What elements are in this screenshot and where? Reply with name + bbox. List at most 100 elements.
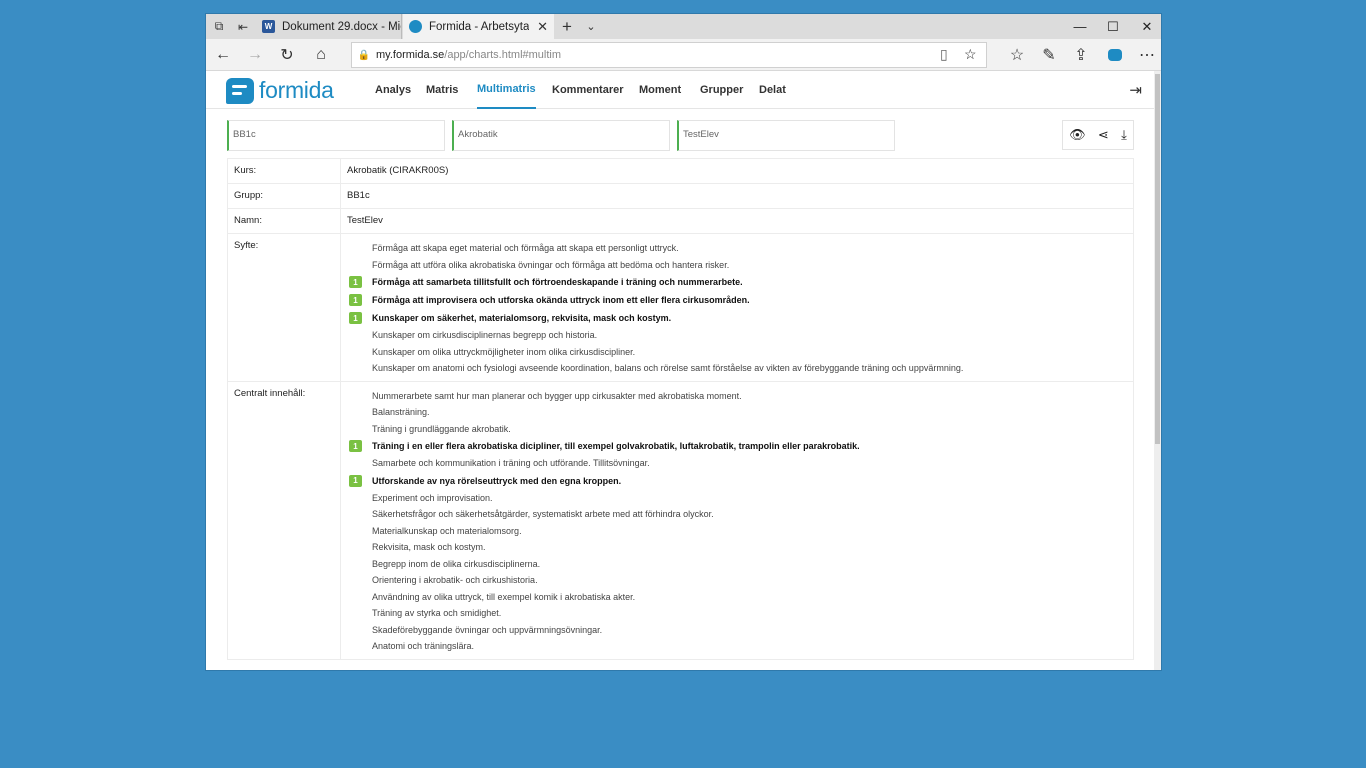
criterion-item: Materialkunskap och materialomsorg. [349,523,860,540]
tab-title: Dokument 29.docx - Micros [282,20,401,33]
criterion-text: Förmåga att utföra olika akrobatiska övn… [372,259,730,270]
criterion-text: Balansträning. [372,407,430,418]
criterion-item: Experiment och improvisation. [349,490,860,507]
grupp-value: BB1c [347,190,370,201]
main-content: BB1c Akrobatik TestElev 👁 ⋖ ⤓ Kurs: Akro… [206,109,1154,670]
criterion-text: Träning i grundläggande akrobatik. [372,423,511,434]
chevron-down-icon[interactable]: ⌄ [578,14,604,39]
lock-icon: 🔒 [357,49,371,61]
criterion-item: Förmåga att skapa eget material och förm… [349,240,963,257]
maximize-icon[interactable]: ☐ [1096,14,1130,39]
syfte-label: Syfte: [228,234,341,381]
tab-word-document[interactable]: W Dokument 29.docx - Micros [256,14,402,39]
share-icon[interactable]: ⋖ [1098,127,1109,143]
nav-multimatris[interactable]: Multimatris [477,71,536,109]
course-selector[interactable]: Akrobatik [452,120,670,151]
namn-label: Namn: [228,209,341,233]
close-tab-icon[interactable]: ✕ [537,19,548,35]
back-arrow-icon[interactable]: ← [208,42,238,68]
grade-badge: 1 [349,276,362,288]
tab-formida[interactable]: Formida - Arbetsyta ✕ [403,14,554,39]
logo-icon [226,77,254,104]
word-icon: W [262,20,275,33]
pen-notes-icon[interactable]: ✎ [1034,42,1064,68]
scrollbar-thumb[interactable] [1155,74,1160,444]
home-icon[interactable]: ⌂ [306,42,336,68]
url-path: /app/charts.html#multim [444,49,562,61]
eye-icon[interactable]: 👁 [1069,127,1086,143]
criterion-item: Balansträning. [349,404,860,421]
criterion-text: Kunskaper om cirkusdisciplinernas begrep… [372,330,598,341]
formida-icon [409,20,422,33]
criterion-item: Användning av olika uttryck, till exempe… [349,589,860,606]
criterion-text: Kunskaper om säkerhet, materialomsorg, r… [372,313,672,323]
nav-moment[interactable]: Moment [639,71,681,109]
tab-actions-icon[interactable]: ⧉ [206,14,232,39]
action-buttons: 👁 ⋖ ⤓ [1062,120,1134,150]
logout-icon[interactable]: ⇥ [1129,81,1142,99]
nav-analys[interactable]: Analys [375,71,411,109]
criterion-item: Träning i grundläggande akrobatik. [349,421,860,438]
criterion-text: Experiment och improvisation. [372,492,493,503]
favorite-star-icon[interactable]: ☆ [964,46,977,63]
criterion-item: Kunskaper om anatomi och fysiologi avsee… [349,360,963,377]
browser-toolbar: ← → ↻ ⌂ 🔒 my.formida.se /app/charts.html… [206,39,1161,71]
kurs-row: Kurs: Akrobatik (CIRAKR00S) [228,159,1133,184]
criterion-text: Skadeförebyggande övningar och uppvärmni… [372,624,603,635]
favorites-hub-icon[interactable]: ☆ [1002,42,1032,68]
criterion-text: Förmåga att skapa eget material och förm… [372,243,679,254]
grade-badge: 1 [349,294,362,306]
namn-row: Namn: TestElev [228,209,1133,234]
criterion-text: Anatomi och träningslära. [372,641,475,652]
criterion-item: Förmåga att utföra olika akrobatiska övn… [349,257,963,274]
grade-badge: 1 [349,312,362,324]
student-selector[interactable]: TestElev [677,120,895,151]
grupp-row: Grupp: BB1c [228,184,1133,209]
criterion-item: 1 Träning i en eller flera akrobatiska di… [349,437,860,455]
criterion-item: Rekvisita, mask och kostym. [349,539,860,556]
set-aside-tabs-icon[interactable]: ⇤ [230,14,256,39]
criterion-item: 1 Kunskaper om säkerhet, materialomsorg, … [349,309,963,327]
syfte-list: Förmåga att skapa eget material och förm… [341,234,963,381]
minimize-icon[interactable]: — [1063,14,1097,39]
centralt-label: Centralt innehåll: [228,381,341,659]
logo-text: formida [259,77,334,103]
download-icon[interactable]: ⤓ [1121,127,1127,143]
new-tab-icon[interactable]: + [554,14,580,39]
criterion-item: 1 Förmåga att improvisera och utforska ok… [349,291,963,309]
share-icon[interactable]: ⇪ [1066,42,1096,68]
reading-view-icon[interactable]: ▯ [940,46,948,63]
criterion-text: Rekvisita, mask och kostym. [372,542,486,553]
centralt-list: Nummerarbete samt hur man planerar och b… [341,382,860,659]
more-menu-icon[interactable]: ⋯ [1132,42,1161,68]
extension-icon[interactable] [1100,42,1130,68]
criterion-item: 1 Utforskande av nya rörelseuttryck med d… [349,472,860,490]
forward-arrow-icon[interactable]: → [240,42,270,68]
refresh-icon[interactable]: ↻ [272,42,302,68]
close-window-icon[interactable]: ✕ [1130,14,1161,39]
nav-delat[interactable]: Delat [759,71,786,109]
criterion-item: Anatomi och träningslära. [349,638,860,655]
criterion-text: Förmåga att improvisera och utforska okä… [372,295,750,305]
criterion-item: Samarbete och kommunikation i träning oc… [349,455,860,472]
kurs-value: Akrobatik (CIRAKR00S) [347,165,449,176]
address-bar[interactable]: 🔒 my.formida.se /app/charts.html#multim … [351,42,987,68]
criterion-text: Träning i en eller flera akrobatiska dic… [372,441,860,451]
nav-matris[interactable]: Matris [426,71,458,109]
formida-logo[interactable]: formida [226,77,334,104]
namn-value: TestElev [347,215,383,226]
nav-grupper[interactable]: Grupper [700,71,743,109]
group-selector[interactable]: BB1c [227,120,445,151]
nav-kommentarer[interactable]: Kommentarer [552,71,624,109]
criterion-item: 1 Förmåga att samarbeta tillitsfullt och … [349,273,963,291]
criterion-text: Nummerarbete samt hur man planerar och b… [372,390,742,401]
criterion-item: Skadeförebyggande övningar och uppvärmni… [349,622,860,639]
centralt-row: Centralt innehåll: Nummerarbete samt hur… [228,381,1133,660]
criterion-item: Orientering i akrobatik- och cirkushisto… [349,572,860,589]
criterion-text: Begrepp inom de olika cirkusdisciplinern… [372,558,541,569]
page-scrollbar[interactable] [1154,71,1161,670]
criterion-text: Användning av olika uttryck, till exempe… [372,591,636,602]
criterion-text: Kunskaper om anatomi och fysiologi avsee… [372,363,964,374]
criterion-text: Säkerhetsfrågor och säkerhetsåtgärder, s… [372,509,714,520]
criterion-text: Utforskande av nya rörelseuttryck med de… [372,475,622,486]
